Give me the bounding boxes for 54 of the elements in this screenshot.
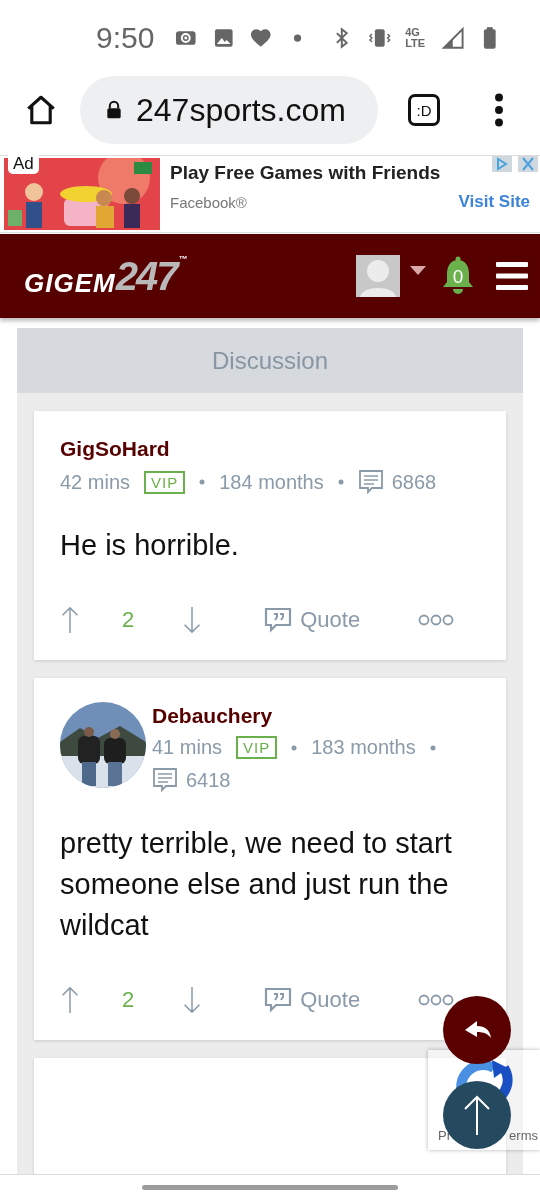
signal-icon	[440, 24, 465, 51]
home-icon[interactable]	[24, 93, 58, 127]
network-label: 4G LTE	[405, 26, 427, 49]
post-text: pretty terrible, we need to start someone else and just run the wildcat	[60, 826, 453, 943]
comment-icon	[152, 767, 178, 793]
gesture-handle[interactable]	[142, 1185, 398, 1190]
lock-icon	[104, 99, 124, 121]
url-text: 247sports.com	[136, 91, 346, 129]
reply-button[interactable]	[443, 996, 511, 1064]
dot-icon	[199, 479, 206, 485]
more-icon[interactable]	[418, 614, 454, 626]
ad-title: Play Free Games with Friends	[170, 162, 441, 184]
dot-icon	[429, 744, 436, 751]
vip-badge: VIP	[236, 736, 278, 759]
quote-icon	[264, 607, 293, 633]
post-text: He is horrible.	[60, 528, 240, 563]
upvote-icon[interactable]	[60, 986, 80, 1014]
adchoices-icon[interactable]	[490, 156, 514, 172]
menu-icon[interactable]	[494, 93, 504, 127]
author-name[interactable]: Debauchery	[152, 704, 454, 728]
dot-icon	[291, 744, 298, 751]
dot-icon	[293, 32, 303, 43]
clock-time: 9:50	[96, 20, 155, 55]
ad-label: Ad	[8, 154, 39, 174]
visit-site-link[interactable]: Visit Site	[458, 192, 530, 212]
downvote-icon[interactable]	[182, 986, 203, 1014]
post-time: 41 mins	[152, 736, 223, 759]
notification-count: 0	[452, 266, 464, 288]
post-time: 42 mins	[60, 470, 131, 494]
quote-icon	[264, 987, 293, 1013]
discussion-heading: Discussion	[17, 328, 523, 393]
comment-icon	[357, 469, 384, 495]
upvote-icon[interactable]	[60, 606, 80, 634]
vote-score: 2	[122, 607, 135, 633]
post-count: 6418	[186, 768, 231, 792]
address-field[interactable]: 247sports.com	[80, 76, 378, 144]
bell-icon	[440, 256, 476, 296]
dot-icon	[337, 479, 344, 485]
member-tenure: 184 months	[219, 470, 324, 494]
terms-link[interactable]: erms	[509, 1128, 538, 1143]
more-icon[interactable]	[418, 994, 454, 1006]
ad-banner[interactable]: Ad Play Free Games with Friends Facebook® Visit Site	[0, 155, 540, 233]
member-tenure: 183 months	[311, 736, 416, 759]
caret-icon[interactable]	[410, 266, 426, 276]
close-icon[interactable]	[516, 156, 540, 172]
author-name[interactable]: GigSoHard	[60, 437, 437, 461]
ad-source: Facebook®	[170, 193, 247, 211]
menu-icon[interactable]	[496, 262, 528, 290]
downvote-icon[interactable]	[182, 606, 203, 634]
vote-score: 2	[122, 987, 135, 1013]
vip-badge: VIP	[144, 470, 186, 494]
post-count: 6868	[391, 470, 437, 494]
tab-switcher-button[interactable]: :D	[408, 94, 440, 126]
site-logo[interactable]: GIGEM247™	[24, 253, 188, 299]
